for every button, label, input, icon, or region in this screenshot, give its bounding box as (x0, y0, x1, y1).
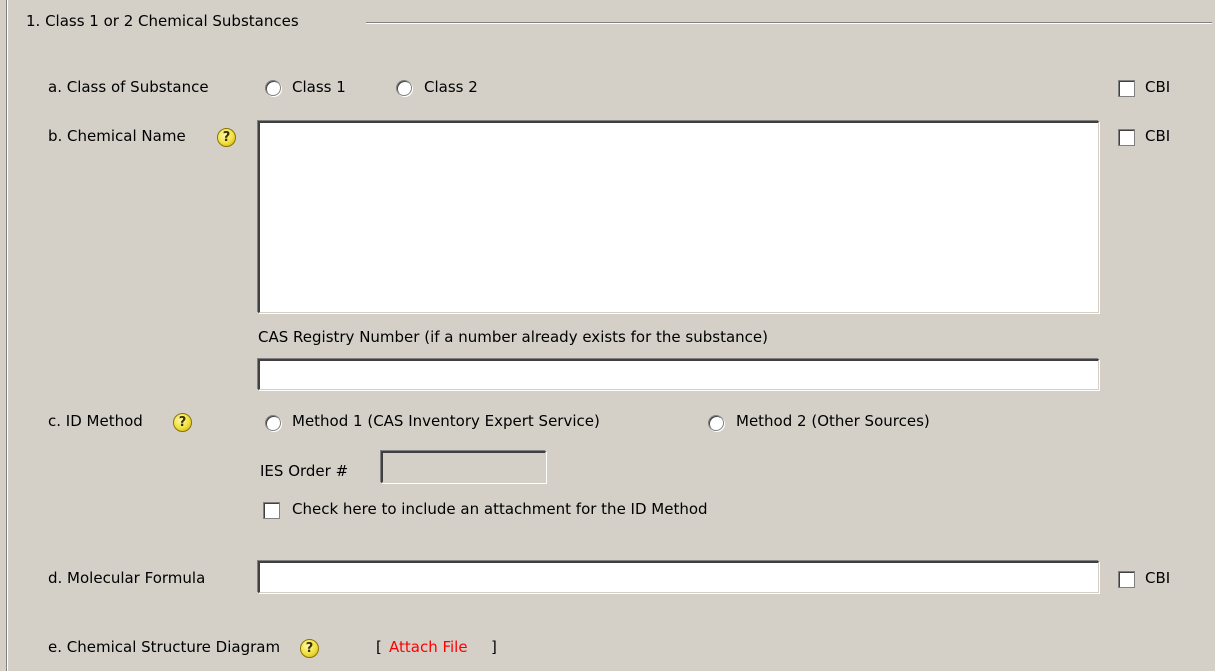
method-1-radio[interactable] (265, 415, 281, 431)
structure-diagram-help-icon[interactable]: ? (300, 639, 319, 658)
chemical-name-label: b. Chemical Name (48, 127, 186, 145)
method-1-label: Method 1 (CAS Inventory Expert Service) (292, 412, 600, 430)
ies-order-label: IES Order # (260, 462, 349, 480)
class-cbi-label: CBI (1145, 78, 1171, 96)
cas-input[interactable] (258, 359, 1099, 390)
ies-order-input[interactable] (381, 451, 546, 483)
attach-bracket-open: [ (376, 638, 382, 656)
chemical-name-textarea[interactable] (258, 121, 1099, 313)
method-2-label: Method 2 (Other Sources) (736, 412, 930, 430)
method-2-radio[interactable] (708, 415, 724, 431)
id-method-help-icon[interactable]: ? (173, 413, 192, 432)
fieldset-border-left-highlight (7, 0, 8, 671)
class-1-label: Class 1 (292, 78, 346, 96)
id-method-attachment-checkbox[interactable] (263, 502, 280, 519)
molecular-formula-cbi-label: CBI (1145, 569, 1171, 587)
section-title: 1. Class 1 or 2 Chemical Substances (26, 12, 299, 30)
attach-bracket-close: ] (491, 638, 497, 656)
attach-file-link[interactable]: Attach File (389, 638, 468, 656)
molecular-formula-label: d. Molecular Formula (48, 569, 206, 587)
chemical-name-cbi-checkbox[interactable] (1118, 129, 1135, 146)
class-of-substance-label: a. Class of Substance (48, 78, 209, 96)
id-method-label: c. ID Method (48, 412, 143, 430)
molecular-formula-input[interactable] (258, 561, 1099, 593)
structure-diagram-label: e. Chemical Structure Diagram (48, 638, 281, 656)
molecular-formula-cbi-checkbox[interactable] (1118, 571, 1135, 588)
class-cbi-checkbox[interactable] (1118, 80, 1135, 97)
class-2-label: Class 2 (424, 78, 478, 96)
fieldset-border-top-highlight (366, 23, 1212, 24)
id-method-attachment-label: Check here to include an attachment for … (292, 500, 708, 518)
chemical-name-help-icon[interactable]: ? (217, 128, 236, 147)
cas-label: CAS Registry Number (if a number already… (258, 328, 768, 346)
chemical-name-cbi-label: CBI (1145, 127, 1171, 145)
class-1-radio[interactable] (265, 80, 281, 96)
class-2-radio[interactable] (396, 80, 412, 96)
